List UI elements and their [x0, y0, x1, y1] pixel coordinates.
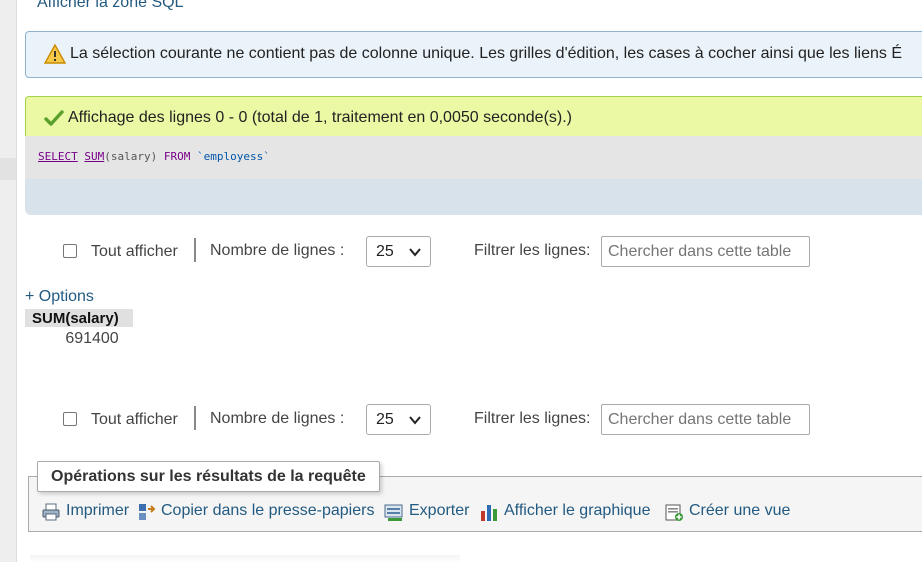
- gutter-mark: [0, 158, 16, 180]
- chevron-down-icon: [409, 248, 421, 257]
- show-sql-link[interactable]: Afficher la zone SQL: [37, 0, 183, 12]
- chevron-down-icon: [409, 416, 421, 425]
- success-box: Affichage des lignes 0 - 0 (total de 1, …: [25, 96, 922, 136]
- rows-count-label: Nombre de lignes :: [210, 410, 345, 427]
- clipboard-icon: [139, 504, 156, 520]
- navigation-row-bottom: Tout afficher Nombre de lignes : 25 Filt…: [63, 404, 823, 436]
- notice-box: La sélection courante ne contient pas de…: [25, 31, 922, 78]
- rows-count-value: 25: [376, 411, 394, 428]
- filter-rows-label: Filtrer les lignes:: [474, 242, 591, 259]
- create-view-label: Créer une vue: [689, 502, 791, 519]
- navigation-row-top: Tout afficher Nombre de lignes : 25 Filt…: [63, 236, 823, 268]
- warning-icon: [44, 44, 66, 64]
- divider: [194, 238, 196, 262]
- sql-select-keyword[interactable]: SELECT: [38, 150, 78, 163]
- divider: [194, 406, 196, 430]
- bar-chart-icon: [481, 505, 497, 521]
- notice-text: La sélection courante ne contient pas de…: [70, 45, 903, 62]
- table-cell: 691400: [65, 329, 119, 347]
- show-all-label[interactable]: Tout afficher: [91, 411, 178, 429]
- filter-rows-input[interactable]: [601, 404, 810, 435]
- table-row: 691400: [25, 327, 133, 350]
- sql-table-name: `employess`: [196, 150, 270, 163]
- rows-count-value: 25: [376, 243, 394, 260]
- sql-from-keyword: FROM: [163, 150, 191, 163]
- rows-count-label: Nombre de lignes :: [210, 242, 345, 259]
- copy-label: Copier dans le presse-papiers: [161, 502, 375, 519]
- checkmark-icon: [44, 110, 64, 126]
- export-icon: [384, 504, 403, 521]
- show-all-checkbox[interactable]: [63, 244, 77, 258]
- rows-count-select[interactable]: 25: [366, 236, 431, 267]
- sql-query-box: SELECT SUM(salary) FROM `employess`: [25, 136, 922, 179]
- export-label: Exporter: [409, 502, 470, 519]
- printer-icon: [42, 503, 60, 521]
- sql-function[interactable]: SUM: [84, 150, 104, 163]
- results-table: SUM(salary) 691400: [25, 309, 133, 350]
- options-toggle-link[interactable]: + Options: [25, 288, 94, 306]
- operations-legend: Opérations sur les résultats de la requê…: [37, 461, 380, 492]
- create-view-icon: [665, 504, 683, 521]
- sql-args: (salary): [104, 150, 158, 163]
- sql-actions-bar: [25, 179, 922, 215]
- column-header-sum-salary[interactable]: SUM(salary): [25, 309, 133, 327]
- filter-rows-label: Filtrer les lignes:: [474, 410, 591, 427]
- print-label: Imprimer: [66, 502, 130, 519]
- show-all-label[interactable]: Tout afficher: [91, 243, 178, 261]
- filter-rows-input[interactable]: [601, 236, 810, 267]
- left-gutter: [0, 0, 17, 562]
- success-text: Affichage des lignes 0 - 0 (total de 1, …: [68, 109, 572, 126]
- show-all-checkbox[interactable]: [63, 412, 77, 426]
- rows-count-select[interactable]: 25: [366, 404, 431, 435]
- display-chart-label: Afficher le graphique: [504, 502, 651, 519]
